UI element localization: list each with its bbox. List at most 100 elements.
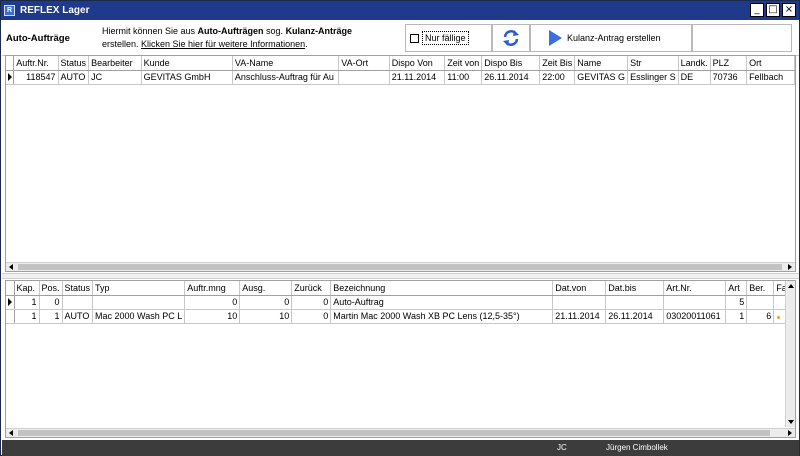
table-cell[interactable]	[338, 70, 390, 85]
column-header[interactable]: Zeit von	[444, 56, 483, 71]
table-cell[interactable]: 1	[14, 309, 40, 324]
column-header[interactable]: Dat.bis	[605, 281, 665, 296]
info-text-part: sog.	[263, 26, 286, 36]
column-header[interactable]: Dispo Von	[389, 56, 446, 71]
table-cell[interactable]: 03020011061	[663, 309, 727, 324]
table-cell[interactable]: 21.11.2014	[389, 70, 446, 85]
table-cell[interactable]: Martin Mac 2000 Wash XB PC Lens (12,5-35…	[330, 309, 554, 324]
table-cell[interactable]: 118547	[13, 70, 59, 85]
table-row[interactable]: 1 1 AUTO Mac 2000 Wash PC L 10 10 0 Mart…	[6, 309, 795, 324]
column-header[interactable]: Zurück	[291, 281, 332, 296]
column-header[interactable]: Auftr.mng	[184, 281, 241, 296]
row-selector[interactable]	[6, 70, 15, 85]
table-cell[interactable]: 1	[39, 309, 63, 324]
table-row[interactable]: 118547 AUTO JC GEVITAS GmbH Anschluss-Au…	[6, 70, 795, 85]
column-header[interactable]: Auftr.Nr.	[13, 56, 59, 71]
table-cell[interactable]: 26.11.2014	[605, 309, 665, 324]
row-selector[interactable]	[6, 309, 15, 324]
column-header[interactable]: Kunde	[141, 56, 233, 71]
table-cell[interactable]: 26.11.2014	[481, 70, 541, 85]
table-cell[interactable]: AUTO	[58, 70, 90, 85]
table-cell[interactable]: 0	[39, 295, 63, 310]
column-header[interactable]: Name	[574, 56, 629, 71]
column-header[interactable]: Str	[627, 56, 679, 71]
column-header[interactable]: Kap.	[14, 281, 40, 296]
table-cell[interactable]: 70736	[710, 70, 748, 85]
orders-horizontal-scrollbar[interactable]	[6, 262, 795, 271]
table-cell[interactable]: 10	[184, 309, 241, 324]
column-header[interactable]: Zeit Bis	[539, 56, 576, 71]
column-header[interactable]: Dispo Bis	[481, 56, 541, 71]
table-cell[interactable]: 11:00	[444, 70, 483, 85]
table-cell[interactable]: Esslinger S	[627, 70, 679, 85]
positions-horizontal-scrollbar[interactable]	[6, 428, 795, 437]
close-button[interactable]: ×	[782, 3, 796, 17]
kulanz-antrag-button[interactable]: Kulanz-Antrag erstellen	[530, 24, 692, 52]
table-cell[interactable]	[663, 295, 727, 310]
column-header[interactable]: Art.Nr.	[663, 281, 727, 296]
scroll-left-icon[interactable]	[9, 430, 13, 436]
table-cell[interactable]: 0	[291, 295, 332, 310]
scroll-down-icon[interactable]	[788, 420, 794, 424]
scroll-thumb[interactable]	[18, 264, 782, 270]
table-cell[interactable]	[605, 295, 665, 310]
info-link[interactable]: Klicken Sie hier für weitere Information…	[141, 39, 305, 49]
table-cell[interactable]: Mac 2000 Wash PC L	[92, 309, 186, 324]
column-header[interactable]: Art	[725, 281, 748, 296]
table-cell[interactable]: JC	[88, 70, 142, 85]
table-cell[interactable]: 21.11.2014	[552, 309, 607, 324]
table-cell[interactable]	[552, 295, 607, 310]
minimize-button[interactable]: _	[750, 3, 764, 17]
positions-vertical-scrollbar[interactable]	[785, 281, 795, 427]
table-cell[interactable]	[62, 295, 94, 310]
table-cell[interactable]: Anschluss-Auftrag für Au	[232, 70, 340, 85]
table-cell[interactable]: 1	[14, 295, 40, 310]
row-selector[interactable]	[6, 295, 15, 310]
scroll-thumb[interactable]	[18, 430, 770, 436]
table-cell[interactable]: Fellbach	[746, 70, 795, 85]
table-cell[interactable]: 6	[746, 309, 775, 324]
table-cell[interactable]: 5	[725, 295, 748, 310]
table-cell[interactable]: AUTO	[62, 309, 94, 324]
column-header[interactable]: Ort	[746, 56, 795, 71]
column-header[interactable]: Status	[62, 281, 94, 296]
table-cell[interactable]: 0	[239, 295, 293, 310]
column-header[interactable]: Ausg.	[239, 281, 293, 296]
scroll-left-icon[interactable]	[9, 264, 13, 270]
column-header[interactable]: Bearbeiter	[88, 56, 142, 71]
table-cell[interactable]	[746, 295, 775, 310]
table-cell[interactable]: 0	[184, 295, 241, 310]
orders-grid[interactable]: Auftr.Nr. Status Bearbeiter Kunde VA-Nam…	[5, 55, 796, 272]
nur-faellige-checkbox[interactable]	[410, 33, 419, 43]
table-cell[interactable]: 22:00	[539, 70, 576, 85]
column-header[interactable]: Landk.	[678, 56, 711, 71]
scroll-right-icon[interactable]	[788, 430, 792, 436]
column-header[interactable]: Pos.	[39, 281, 63, 296]
table-row[interactable]: 1 0 0 0 0 Auto-Auftrag 5	[6, 295, 795, 310]
column-header[interactable]: PLZ	[710, 56, 748, 71]
refresh-button[interactable]	[492, 24, 530, 52]
column-header[interactable]: Typ	[92, 281, 186, 296]
table-cell[interactable]: 10	[239, 309, 293, 324]
column-header[interactable]: Ber.	[746, 281, 775, 296]
scroll-up-icon[interactable]	[788, 284, 794, 288]
table-cell[interactable]: Auto-Auftrag	[330, 295, 554, 310]
table-cell[interactable]: GEVITAS G	[574, 70, 629, 85]
grid-splitter[interactable]	[2, 273, 799, 279]
table-cell[interactable]: GEVITAS GmbH	[141, 70, 233, 85]
nur-faellige-filter[interactable]: Nur fällige	[405, 24, 492, 52]
table-cell[interactable]: DE	[678, 70, 711, 85]
column-header[interactable]: Status	[58, 56, 90, 71]
table-cell[interactable]: 0	[291, 309, 332, 324]
column-header[interactable]: Dat.von	[552, 281, 607, 296]
column-header[interactable]: VA-Ort	[338, 56, 390, 71]
title-bar[interactable]: R REFLEX Lager _ □ ×	[1, 1, 799, 20]
positions-grid[interactable]: Kap. Pos. Status Typ Auftr.mng Ausg. Zur…	[5, 280, 796, 438]
column-header[interactable]: Bezeichnung	[330, 281, 554, 296]
table-cell[interactable]: 1	[725, 309, 748, 324]
column-header[interactable]: VA-Name	[232, 56, 340, 71]
maximize-button[interactable]: □	[766, 3, 780, 17]
scroll-right-icon[interactable]	[788, 264, 792, 270]
nur-faellige-label[interactable]: Nur fällige	[422, 31, 469, 45]
table-cell[interactable]	[92, 295, 186, 310]
